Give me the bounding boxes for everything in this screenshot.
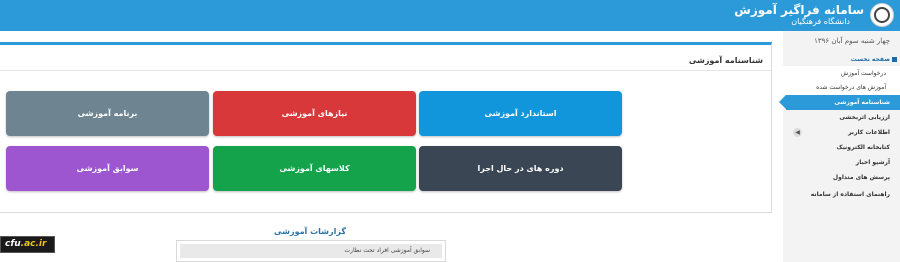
panel-divider xyxy=(0,70,771,71)
app-title: سامانه فراگیر آموزش xyxy=(734,3,864,17)
sidebar-item-label: راهنمای استفاده از سامانه xyxy=(810,191,890,198)
sidebar-item-label: آرشیو اخبار xyxy=(855,159,890,166)
sidebar-item-label: ارزیابی اثربخشی xyxy=(839,114,890,121)
tile-training-program[interactable]: برنامه آموزشی xyxy=(6,91,209,136)
sidebar-item-label: صفحه نخست xyxy=(850,56,890,63)
sidebar-item-library[interactable]: کتابخانه الکترونیک xyxy=(783,140,900,155)
tile-running-courses[interactable]: دوره های در حال اجرا xyxy=(419,146,622,191)
sidebar-item-label: آموزش های درخواست شده xyxy=(816,84,886,91)
tile-training-needs[interactable]: نیازهای آموزشی xyxy=(213,91,416,136)
watermark-accent: .ac.ir xyxy=(20,239,47,249)
sidebar-item-label: درخواست آموزش xyxy=(840,70,886,77)
app-subtitle: دانشگاه فرهنگیان xyxy=(791,17,850,26)
sidebar-item-faq[interactable]: پرسش های متداول xyxy=(783,170,900,185)
tile-training-classes[interactable]: کلاسهای آموزشی xyxy=(213,146,416,191)
site-watermark: cfu.ac.ir xyxy=(0,236,55,253)
expand-icon[interactable]: ◀ xyxy=(793,128,802,137)
logo-emblem xyxy=(874,7,890,23)
sidebar-item-label: پرسش های متداول xyxy=(832,174,890,181)
panel-title: شناسنامه آموزشی xyxy=(688,56,763,65)
reports-title: گزارشات آموزشی xyxy=(274,227,346,236)
active-pointer-icon xyxy=(779,95,786,109)
sidebar-item-home[interactable]: صفحه نخست xyxy=(783,52,900,67)
tile-training-history[interactable]: سوابق آموزشی xyxy=(6,146,209,191)
sidebar-item-training-profile[interactable]: شناسنامه آموزشی xyxy=(779,95,900,110)
sidebar-item-help[interactable]: راهنمای استفاده از سامانه xyxy=(783,187,900,202)
sidebar: چهار شنبه سوم آبان ۱۳۹۶ صفحه نخست درخواس… xyxy=(779,31,900,262)
sidebar-item-label: شناسنامه آموزشی xyxy=(834,99,890,106)
current-date: چهار شنبه سوم آبان ۱۳۹۶ xyxy=(814,37,890,45)
sidebar-item-label: اطلاعات کاربر xyxy=(848,129,890,136)
sidebar-item-news-archive[interactable]: آرشیو اخبار xyxy=(783,155,900,170)
sidebar-item-label: کتابخانه الکترونیک xyxy=(836,144,890,151)
sidebar-item-training-request[interactable]: درخواست آموزش xyxy=(783,66,900,81)
home-bullet-icon xyxy=(892,57,897,62)
report-item-supervised-history[interactable]: سوابق آموزشی افراد تحت نظارت xyxy=(180,244,442,258)
watermark-main: cfu xyxy=(5,239,21,249)
tile-training-standard[interactable]: استاندارد آموزشی xyxy=(419,91,622,136)
sidebar-item-requested-trainings[interactable]: آموزش های درخواست شده xyxy=(783,80,900,95)
app-header: سامانه فراگیر آموزش دانشگاه فرهنگیان xyxy=(0,0,900,31)
sidebar-item-effectiveness[interactable]: ارزیابی اثربخشی xyxy=(783,110,900,125)
university-logo xyxy=(870,3,894,27)
sidebar-item-user-info[interactable]: اطلاعات کاربر ◀ xyxy=(783,125,900,140)
reports-list: سوابق آموزشی افراد تحت نظارت xyxy=(176,240,446,262)
